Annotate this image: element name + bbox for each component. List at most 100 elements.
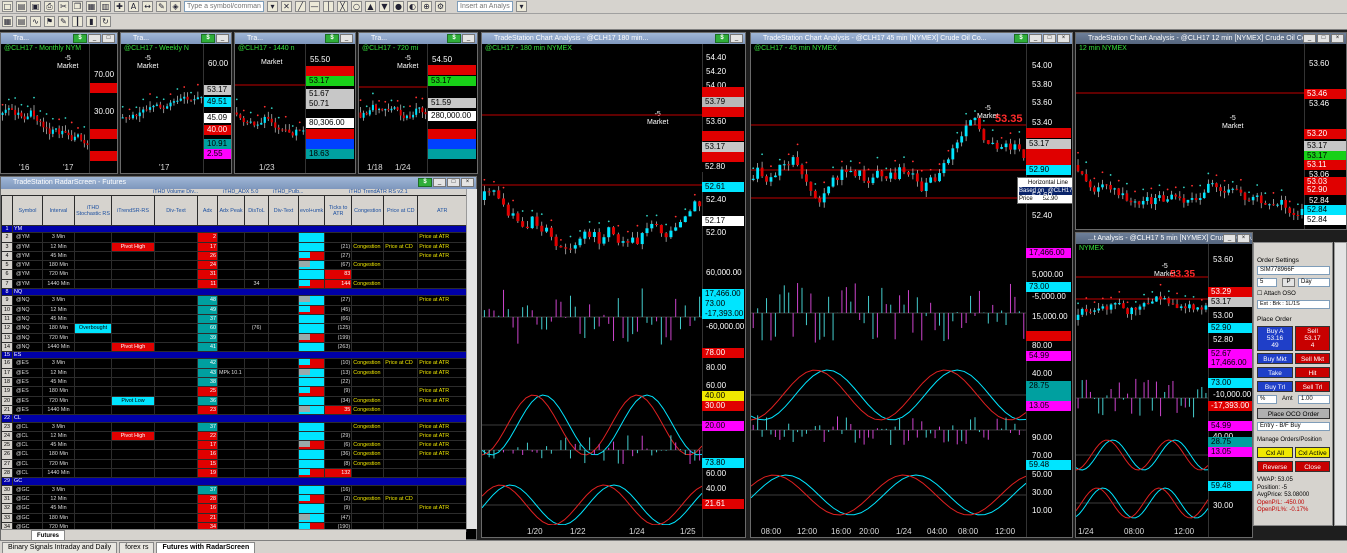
- congestion-cell[interactable]: Congestion: [351, 440, 385, 451]
- distol-cell[interactable]: [244, 367, 269, 379]
- div-text2-cell[interactable]: [268, 232, 299, 243]
- adx-cell[interactable]: 49: [197, 304, 218, 315]
- trend-sr-cell[interactable]: [111, 250, 155, 262]
- arrow-up-icon[interactable]: ▲: [365, 1, 376, 12]
- row-number[interactable]: 20: [1, 395, 13, 406]
- ticks-to-atr-cell[interactable]: [324, 421, 353, 432]
- stochastic-cell[interactable]: [74, 241, 112, 252]
- ticks-to-atr-cell[interactable]: (10): [324, 358, 353, 369]
- price-at-cd-cell[interactable]: Price at CD: [383, 493, 419, 505]
- dollar-icon[interactable]: $: [73, 34, 87, 43]
- table-row[interactable]: 24 @CL 12 Min Pivot High 22 (29) Price at ATR: [1, 430, 468, 442]
- div-text-cell[interactable]: [154, 341, 198, 353]
- div-text-cell[interactable]: [154, 313, 198, 325]
- evol-cell[interactable]: [297, 377, 326, 388]
- radarscreen-window[interactable]: TradeStation RadarScreen - Futures $ _ □ × …: [0, 176, 477, 540]
- congestion-cell[interactable]: [351, 386, 385, 397]
- congestion-cell[interactable]: Congestion: [351, 421, 385, 432]
- congestion-cell[interactable]: [351, 295, 385, 306]
- symbol-cell[interactable]: @CL: [12, 421, 43, 432]
- adx-peak-cell[interactable]: [217, 269, 245, 280]
- circle-icon[interactable]: ○: [351, 1, 362, 12]
- trend-sr-cell[interactable]: [111, 269, 155, 280]
- symbol-cell[interactable]: @CL: [12, 467, 43, 479]
- trail-type-select[interactable]: %: [1257, 395, 1277, 404]
- column-header[interactable]: DisToL: [244, 195, 269, 226]
- radar-vertical-scrollbar[interactable]: [466, 189, 477, 529]
- distol-cell[interactable]: [244, 430, 269, 442]
- evol-cell[interactable]: [297, 467, 326, 479]
- column-header[interactable]: ATR: [417, 195, 468, 226]
- div-text-cell[interactable]: [154, 458, 198, 470]
- price-at-cd-cell[interactable]: [383, 430, 419, 442]
- dollar-icon[interactable]: $: [418, 178, 432, 187]
- settings-icon[interactable]: ⚙: [435, 1, 446, 12]
- evol-cell[interactable]: [297, 440, 326, 451]
- price-at-cd-cell[interactable]: [383, 512, 419, 523]
- adx-peak-cell[interactable]: [217, 332, 245, 343]
- price-at-cd-cell[interactable]: [383, 304, 419, 315]
- interval-cell[interactable]: 3 Min: [42, 421, 75, 432]
- distol-cell[interactable]: [244, 512, 269, 523]
- buy-trl-button[interactable]: Buy Trl: [1257, 381, 1293, 392]
- channel-icon[interactable]: ╳: [337, 1, 348, 12]
- stochastic-cell[interactable]: [74, 367, 112, 379]
- trend-sr-cell[interactable]: [111, 304, 155, 315]
- stochastic-cell[interactable]: [74, 269, 112, 280]
- chart-window-1440[interactable]: Tra... $ _ @CLH17 - 1440 n Market 55.50 5…: [234, 32, 356, 174]
- print-icon[interactable]: ⎙: [44, 1, 55, 12]
- evol-cell[interactable]: [297, 484, 326, 495]
- div-text2-cell[interactable]: [268, 323, 299, 334]
- interval-cell[interactable]: 3 Min: [42, 295, 75, 306]
- symbol-cell[interactable]: @NQ: [12, 304, 43, 315]
- minimize-icon[interactable]: _: [730, 34, 743, 43]
- trend-sr-cell[interactable]: [111, 458, 155, 470]
- atr-cell[interactable]: [417, 467, 468, 479]
- sell-bid-button[interactable]: Sell 53.17 4: [1295, 326, 1330, 351]
- congestion-cell[interactable]: [351, 232, 385, 243]
- group-label[interactable]: NQ: [11, 288, 468, 297]
- dollar-icon[interactable]: $: [201, 34, 215, 43]
- trend-sr-cell[interactable]: [111, 367, 155, 379]
- radar-table[interactable]: Symbol Interval iTHD Stochastic RS iTrendSR…: [1, 195, 468, 533]
- div-text2-cell[interactable]: [268, 404, 299, 416]
- dropdown-icon[interactable]: ▾: [267, 1, 278, 12]
- interval-cell[interactable]: 45 Min: [42, 250, 75, 262]
- column-header[interactable]: iTrendSR-RS: [111, 195, 155, 226]
- candle-icon[interactable]: ▮: [86, 16, 97, 27]
- price-at-cd-cell[interactable]: [383, 404, 419, 416]
- interval-cell[interactable]: 3 Min: [42, 484, 75, 495]
- column-header[interactable]: Congestion: [351, 195, 385, 226]
- symbol-cell[interactable]: @NQ: [12, 313, 43, 325]
- price-plot[interactable]: [1076, 255, 1208, 527]
- div-text-cell[interactable]: [154, 367, 198, 379]
- ticks-to-atr-cell[interactable]: 35: [324, 404, 353, 416]
- ticks-to-atr-cell[interactable]: (125): [324, 323, 353, 334]
- adx-cell[interactable]: 37: [197, 421, 218, 432]
- table-row[interactable]: 6 @YM 720 Min 31 83: [1, 269, 468, 280]
- row-number[interactable]: 30: [1, 484, 13, 495]
- trend-sr-cell[interactable]: [111, 278, 155, 290]
- interval-cell[interactable]: 180 Min: [42, 512, 75, 523]
- ticks-to-atr-cell[interactable]: (2): [324, 493, 353, 505]
- atr-cell[interactable]: [417, 512, 468, 523]
- table-row[interactable]: 28 @CL 1440 Min 19 132: [1, 467, 468, 479]
- distol-cell[interactable]: [244, 250, 269, 262]
- distol-cell[interactable]: [244, 493, 269, 505]
- price-at-cd-cell[interactable]: [383, 232, 419, 243]
- evol-cell[interactable]: [297, 449, 326, 460]
- table-row[interactable]: 29 GC: [1, 477, 468, 486]
- minimize-icon[interactable]: _: [216, 34, 229, 43]
- evol-cell[interactable]: [297, 493, 326, 505]
- adx-peak-cell[interactable]: MPk 10.1: [217, 367, 245, 379]
- trend-sr-cell[interactable]: [111, 260, 155, 271]
- div-text-cell[interactable]: [154, 304, 198, 315]
- adx-cell[interactable]: 2: [197, 232, 218, 243]
- congestion-cell[interactable]: [351, 512, 385, 523]
- symbol-cell[interactable]: @GC: [12, 484, 43, 495]
- row-number[interactable]: 24: [1, 430, 13, 442]
- chart-window-45[interactable]: TradeStation Chart Analysis - @CLH17 45 …: [750, 32, 1073, 538]
- div-text2-cell[interactable]: [268, 250, 299, 262]
- symbol-cell[interactable]: @CL: [12, 430, 43, 442]
- radar-title[interactable]: TradeStation RadarScreen - Futures: [1, 177, 476, 189]
